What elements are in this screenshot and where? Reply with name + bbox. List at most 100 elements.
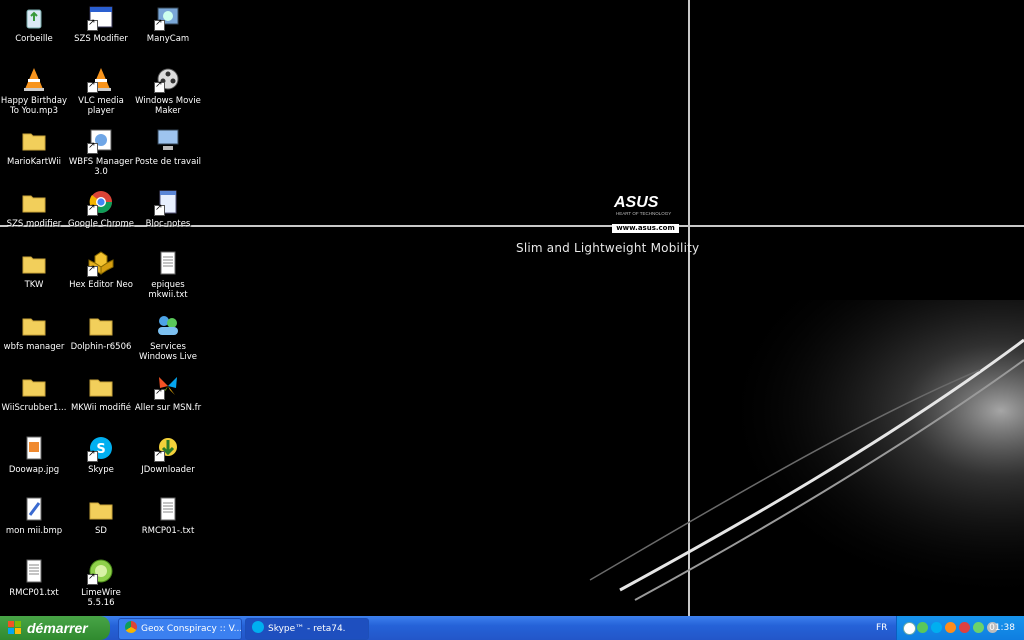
desktop-icon-manycam[interactable]: ManyCam: [134, 0, 202, 58]
shortcut-arrow-icon: [87, 18, 98, 31]
desktop-icon-happy-birthday-to-you-mp3[interactable]: Happy Birthday To You.mp3: [0, 62, 68, 120]
desktop-icon-label: Dolphin-r6506: [70, 342, 132, 352]
taskbar: démarrer Geox Conspiracy :: V... Skype™ …: [0, 616, 1024, 640]
desktop-icon-bloc-notes[interactable]: Bloc-notes: [134, 185, 202, 243]
skype-icon: [252, 621, 264, 633]
desktop-icon-corbeille[interactable]: Corbeille: [0, 0, 68, 58]
desktop-icon-label: Doowap.jpg: [8, 465, 60, 475]
desktop-icon-mon-mii-bmp[interactable]: mon mii.bmp: [0, 492, 68, 550]
desktop-icon-label: MarioKartWii: [6, 157, 61, 167]
svg-text:HEART OF TECHNOLOGY: HEART OF TECHNOLOGY: [616, 211, 671, 216]
folder-icon: [20, 372, 48, 400]
shortcut-arrow-icon: [87, 141, 98, 154]
windows-live-icon: [154, 311, 182, 339]
asus-url: www.asus.com: [612, 224, 679, 233]
shortcut-arrow-icon: [87, 203, 98, 216]
desktop-icon-label: WBFS Manager 3.0: [68, 157, 134, 177]
folder-icon: [20, 249, 48, 277]
desktop-icon-label: SD: [95, 526, 107, 536]
desktop-icon-sd[interactable]: SD: [67, 492, 135, 550]
desktop-icon-services-windows-live[interactable]: Services Windows Live: [134, 308, 202, 366]
desktop-icon-label: ManyCam: [146, 34, 190, 44]
chevron-left-icon[interactable]: [903, 622, 916, 635]
desktop-icon-dolphin-r6506[interactable]: Dolphin-r6506: [67, 308, 135, 366]
system-tray: 01:38: [896, 616, 1024, 640]
folder-icon: [20, 311, 48, 339]
desktop-icon-label: Aller sur MSN.fr: [134, 403, 202, 413]
vlc-cone-icon: [87, 65, 115, 93]
desktop-icon-limewire-5-5-16[interactable]: LimeWire 5.5.16: [67, 554, 135, 612]
folder-icon: [20, 188, 48, 216]
skype-icon: S: [87, 434, 115, 462]
shortcut-arrow-icon: [154, 387, 165, 400]
wbfs-icon: [87, 126, 115, 154]
desktop-icon-szs-modifier[interactable]: SZS modifier: [0, 185, 68, 243]
desktop-icon-label: JDownloader: [141, 465, 195, 475]
desktop-icon-label: Services Windows Live: [138, 342, 197, 362]
desktop-icon-label: Google Chrome: [67, 219, 135, 229]
desktop-icon-wbfs-manager[interactable]: wbfs manager: [0, 308, 68, 366]
shortcut-arrow-icon: [87, 80, 98, 93]
desktop-icon-epiques-mkwii-txt[interactable]: epiques mkwii.txt: [134, 246, 202, 304]
desktop-icon-label: Corbeille: [15, 34, 53, 44]
wallpaper-laptop-curve: [560, 300, 1024, 616]
shortcut-arrow-icon: [87, 449, 98, 462]
desktop-icon-hex-editor-neo[interactable]: Hex Editor Neo: [67, 246, 135, 304]
security-tray-icon[interactable]: [959, 622, 970, 633]
windows-flag-icon: [8, 621, 21, 634]
folder-icon: [87, 311, 115, 339]
desktop-icon-rmcp01-txt[interactable]: RMCP01.txt: [0, 554, 68, 612]
desktop-icon-label: Bloc-notes: [145, 219, 191, 229]
desktop-icon-google-chrome[interactable]: Google Chrome: [67, 185, 135, 243]
desktop-icon-mkwii-modifi[interactable]: MKWii modifié: [67, 369, 135, 427]
chrome-icon: [87, 188, 115, 216]
desktop-icon-label: VLC media player: [78, 96, 124, 116]
shortcut-arrow-icon: [154, 203, 165, 216]
desktop-icon-label: RMCP01-.txt: [141, 526, 195, 536]
app-window-icon: [87, 3, 115, 31]
vlc-cone-icon: [20, 65, 48, 93]
desktop-icon-label: MKWii modifié: [70, 403, 132, 413]
desktop-icon-poste-de-travail[interactable]: Poste de travail: [134, 123, 202, 181]
paint-file-icon: [20, 495, 48, 523]
task-label: Geox Conspiracy :: V...: [141, 624, 242, 634]
desktop-icon-aller-sur-msn-fr[interactable]: Aller sur MSN.fr: [134, 369, 202, 427]
text-file-icon: [154, 249, 182, 277]
wallpaper-tagline: Slim and Lightweight Mobility: [516, 241, 700, 255]
svg-text:ASUS: ASUS: [613, 194, 659, 211]
desktop-icon-label: Hex Editor Neo: [69, 280, 133, 290]
desktop-icon-windows-movie-maker[interactable]: Windows Movie Maker: [134, 62, 202, 120]
desktop-icon-wbfs-manager-3-0[interactable]: WBFS Manager 3.0: [67, 123, 135, 181]
hex-editor-icon: [87, 249, 115, 277]
image-file-icon: [20, 434, 48, 462]
desktop-icon-rmcp01-txt[interactable]: RMCP01-.txt: [134, 492, 202, 550]
desktop-icon-wiiscrubber1[interactable]: WiiScrubber1...: [0, 369, 68, 427]
desktop-icon-label: TKW: [24, 280, 44, 290]
windows-live-tray-icon[interactable]: [917, 622, 928, 633]
film-reel-icon: [154, 65, 182, 93]
desktop-icon-label: wbfs manager: [3, 342, 65, 352]
wifi-icon[interactable]: [973, 622, 984, 633]
start-button[interactable]: démarrer: [0, 616, 110, 640]
desktop-icon-vlc-media-player[interactable]: VLC media player: [67, 62, 135, 120]
language-indicator[interactable]: FR: [876, 616, 887, 640]
desktop-icon-jdownloader[interactable]: JDownloader: [134, 431, 202, 489]
taskbar-button-skype[interactable]: Skype™ - reta74.: [245, 618, 369, 640]
shortcut-arrow-icon: [154, 449, 165, 462]
desktop: ASUS HEART OF TECHNOLOGY www.asus.com Sl…: [0, 0, 1024, 616]
skype-tray-icon[interactable]: [931, 622, 942, 633]
clock[interactable]: 01:38: [989, 616, 1015, 640]
task-label: Skype™ - reta74.: [268, 624, 346, 634]
app-tray-icon[interactable]: [945, 622, 956, 633]
desktop-icon-szs-modifier[interactable]: SZS Modifier: [67, 0, 135, 58]
start-label: démarrer: [27, 620, 88, 636]
desktop-icon-skype[interactable]: S Skype: [67, 431, 135, 489]
desktop-icon-tkw[interactable]: TKW: [0, 246, 68, 304]
desktop-icon-mariokartwii[interactable]: MarioKartWii: [0, 123, 68, 181]
folder-icon: [87, 495, 115, 523]
chrome-icon: [125, 621, 137, 633]
taskbar-button-chrome[interactable]: Geox Conspiracy :: V...: [118, 618, 242, 640]
folder-icon: [87, 372, 115, 400]
msn-butterfly-icon: [154, 372, 182, 400]
desktop-icon-doowap-jpg[interactable]: Doowap.jpg: [0, 431, 68, 489]
